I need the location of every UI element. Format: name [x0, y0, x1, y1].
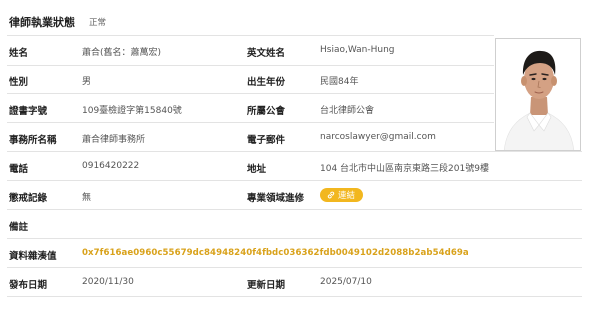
divider — [7, 35, 494, 36]
divider — [7, 93, 494, 94]
specialty-label: 專業領域進修 — [247, 193, 305, 204]
address-value: 104 台北市中山區南京東路三段201號9樓 — [320, 164, 489, 174]
divider — [7, 296, 582, 297]
lawyer-profile-page: 律師執業狀態 正常 姓名 蕭合(舊名：蕭萬宏) 英文姓名 Hsiao,Wan-H… — [0, 0, 590, 309]
divider — [7, 122, 494, 123]
birth-year-label: 出生年份 — [247, 77, 286, 88]
divider — [7, 180, 582, 181]
divider — [7, 238, 582, 239]
updated-date-label: 更新日期 — [247, 280, 286, 291]
name-label: 姓名 — [9, 48, 29, 59]
status-value: 正常 — [89, 18, 107, 28]
english-name-value: Hsiao,Wan-Hung — [320, 45, 395, 55]
birth-year-value: 民國84年 — [320, 77, 359, 87]
bar-association-label: 所屬公會 — [247, 106, 286, 117]
phone-value: 0916420222 — [82, 161, 140, 171]
email-label: 電子郵件 — [247, 135, 286, 146]
address-label: 地址 — [247, 164, 267, 175]
hash-value: 0x7f616ae0960c55679dc84948240f4fbdc03636… — [82, 248, 469, 258]
gender-label: 性別 — [9, 77, 29, 88]
email-value[interactable]: narcoslawyer@gmail.com — [320, 132, 436, 142]
divider — [7, 267, 582, 268]
specialty-link-button[interactable]: 連結 — [320, 188, 364, 202]
profile-photo — [495, 38, 581, 151]
remarks-label: 備註 — [9, 222, 29, 233]
divider — [7, 151, 582, 152]
link-icon — [327, 191, 335, 199]
bar-association-value: 台北律師公會 — [320, 106, 375, 116]
status-label: 律師執業狀態 — [9, 16, 75, 29]
updated-date-value: 2025/07/10 — [320, 277, 372, 287]
status-row: 律師執業狀態 正常 — [9, 8, 106, 36]
hash-label: 資料雜湊值 — [9, 251, 57, 262]
profile-photo-illustration — [496, 39, 580, 150]
discipline-label: 懲戒記錄 — [9, 193, 48, 204]
published-date-label: 發布日期 — [9, 280, 48, 291]
published-date-value: 2020/11/30 — [82, 277, 134, 287]
name-value: 蕭合(舊名：蕭萬宏) — [82, 48, 162, 58]
english-name-label: 英文姓名 — [247, 48, 286, 59]
license-label: 證書字號 — [9, 106, 48, 117]
discipline-value: 無 — [82, 193, 92, 203]
firm-label: 事務所名稱 — [9, 135, 57, 146]
divider — [7, 65, 494, 66]
gender-value: 男 — [82, 77, 92, 87]
divider — [7, 209, 582, 210]
firm-value: 蕭合律師事務所 — [82, 135, 146, 145]
specialty-link-label: 連結 — [338, 191, 356, 201]
license-value: 109臺檢證字第15840號 — [82, 106, 182, 116]
phone-label: 電話 — [9, 164, 29, 175]
